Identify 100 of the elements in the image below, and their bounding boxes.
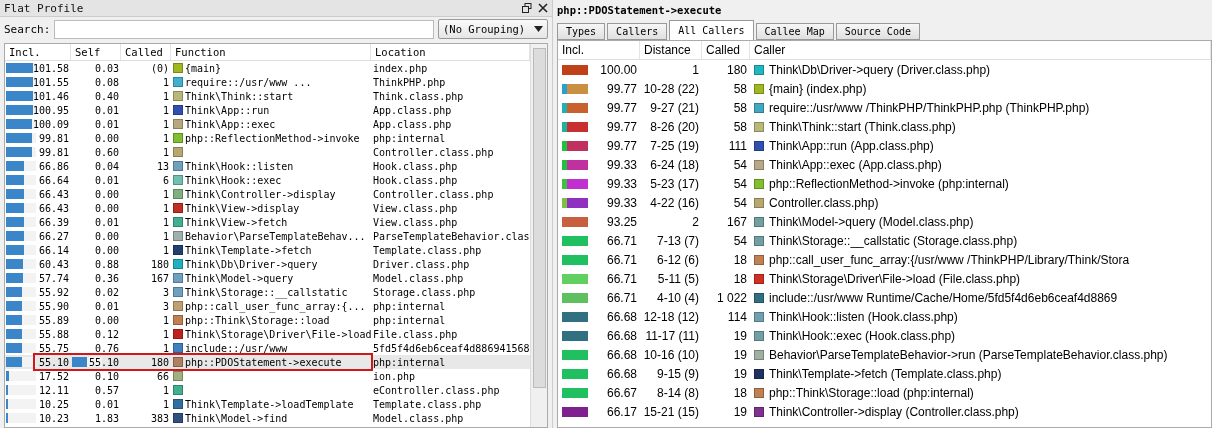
table-cell[interactable]: include::/usr/www Runtime/Cache/Home/5fd5f4d6eb6ceaf4d8869 (769, 290, 1118, 305)
profile-row[interactable]: 10.25 0.01 1 Think\Template->loadTemplate Template.class.php (5, 397, 530, 411)
table-cell[interactable]: php::Think\Storage::load (php:internal) (769, 385, 974, 400)
table-cell[interactable]: Think\Storage::__callstatic (Storage.class.php) (769, 233, 1018, 248)
column-header[interactable]: Caller (750, 41, 1211, 59)
table-cell: 1 (162, 132, 169, 144)
table-cell: View.class.php (373, 201, 458, 215)
table-cell: Think\Db\Driver->query (185, 257, 318, 271)
profile-row[interactable]: 66.86 0.04 13 Think\Hook::listen Hook.class.php (5, 159, 530, 173)
table-cell: 99.77 (606, 100, 637, 115)
profile-row[interactable]: 66.39 0.01 1 Think\View->fetch View.class.php (5, 215, 530, 229)
profile-row[interactable]: 55.88 0.12 1 Think\Storage\Driver\File->load File.class.php (5, 327, 530, 341)
profile-row[interactable]: 55.75 0.76 1 include::/usr/www 5fd5f4d6eb6ceaf4d886941568 (5, 341, 530, 355)
tab[interactable]: Callee Map (755, 23, 834, 40)
profile-row[interactable]: 17.52 0.10 66 ion.php (5, 369, 530, 383)
column-header[interactable]: Distance (640, 41, 702, 59)
table-cell: 0.00 (94, 188, 119, 200)
table-cell[interactable]: Behavior\ParseTemplateBehavior->run (ParseTemplateBehavior.class.php) (769, 347, 1168, 362)
profile-row[interactable]: 101.58 0.03 (0) {main} index.php (5, 61, 530, 75)
column-header[interactable]: Incl. (5, 44, 71, 60)
table-cell: 0.01 (94, 216, 119, 228)
column-header[interactable]: Function (171, 44, 371, 60)
column-header[interactable]: Called (702, 41, 750, 59)
table-cell: Hook.class.php (373, 159, 458, 173)
table-cell: 13 (156, 160, 169, 172)
table-cell: 54 (733, 176, 747, 191)
profile-row[interactable]: 57.74 0.36 167 Think\Model->query Model.class.php (5, 271, 530, 285)
profile-row[interactable]: 55.10 55.10 180 php::PDOStatement->execute php:internal (5, 355, 530, 369)
table-cell[interactable]: Think\App::run (App.class.php) (769, 138, 934, 153)
table-cell: 0.76 (94, 342, 119, 354)
table-cell: 93.25 (606, 214, 637, 229)
table-cell: 55.89 (38, 314, 69, 326)
tab[interactable]: Types (557, 23, 606, 40)
table-cell: 0.01 (94, 398, 119, 410)
table-cell: 66.71 (606, 290, 637, 305)
table-cell[interactable]: Think\Think::start (Think.class.php) (769, 119, 956, 134)
profile-row[interactable]: 100.09 0.01 1 Think\App::exec App.class.php (5, 117, 530, 131)
tab[interactable]: All Callers (669, 20, 754, 40)
profile-row[interactable]: 99.81 0.00 1 php::ReflectionMethod->invoke php:internal (5, 131, 530, 145)
scrollbar[interactable] (530, 44, 547, 427)
profile-row[interactable]: 60.43 0.88 180 Think\Db\Driver->query Driver.class.php (5, 257, 530, 271)
grouping-dropdown[interactable]: (No Grouping) (438, 19, 548, 39)
table-cell[interactable]: Think\App::exec (App.class.php) (769, 157, 942, 172)
table-cell: 8-14 (8) (656, 385, 699, 400)
table-cell[interactable]: Think\Model->query (Model.class.php) (769, 214, 974, 229)
table-cell: 55.75 (38, 342, 69, 354)
table-cell[interactable]: Think\Hook::listen (Hook.class.php) (769, 309, 958, 324)
table-cell: 66.68 (606, 366, 637, 381)
table-cell[interactable]: php::ReflectionMethod->invoke (php:internal) (769, 176, 1009, 191)
table-cell: Template.class.php (373, 243, 482, 257)
profile-row[interactable]: 100.95 0.01 1 Think\App::run App.class.php (5, 103, 530, 117)
table-cell: 0.01 (94, 300, 119, 312)
table-cell: 167 (150, 272, 169, 284)
table-cell: Controller.class.php (373, 187, 494, 201)
profile-row[interactable]: 55.89 0.00 1 php::Think\Storage::load php:internal (5, 313, 530, 327)
table-cell: 1 (162, 146, 169, 158)
restore-icon[interactable] (522, 3, 532, 13)
table-cell[interactable]: Think\Db\Driver->query (Driver.class.php) (769, 62, 991, 77)
table-cell: php:internal (373, 299, 446, 313)
table-cell: 101.55 (32, 76, 69, 88)
close-icon[interactable] (538, 3, 548, 13)
table-cell[interactable]: Think\Storage\Driver\File->load (File.class.php) (769, 271, 1021, 286)
table-cell: Think\Model->query (185, 271, 294, 285)
profile-row[interactable]: 101.55 0.08 1 require::/usr/www ... ThinkPHP.php (5, 75, 530, 89)
profile-row[interactable]: 66.14 0.00 1 Think\Template->fetch Template.class.php (5, 243, 530, 257)
column-header[interactable]: Called (121, 44, 171, 60)
table-cell: 0.88 (94, 258, 119, 270)
table-cell: Think\Hook::listen (185, 159, 294, 173)
table-cell: 1 (162, 328, 169, 340)
table-cell: 1 (162, 202, 169, 214)
profile-row[interactable]: 12.11 0.57 1 eController.class.php (5, 383, 530, 397)
table-cell[interactable]: Think\Controller->display (Controller.class.php) (769, 404, 1019, 419)
profile-row[interactable]: 99.81 0.60 1 Controller.class.php (5, 145, 530, 159)
profile-row[interactable]: 66.64 0.01 6 Think\Hook::exec Hook.class.php (5, 173, 530, 187)
table-cell: 55.10 (88, 356, 119, 368)
profile-row[interactable]: 66.43 0.00 1 Think\View->display View.class.php (5, 201, 530, 215)
profile-row[interactable]: 10.23 1.83 383 Think\Model->find Model.class.php (5, 411, 530, 425)
column-header[interactable]: Self (71, 44, 121, 60)
table-cell[interactable]: {main} (index.php) (769, 81, 867, 96)
column-header[interactable]: Incl. (558, 41, 640, 59)
profile-row[interactable]: 66.27 0.00 1 Behavior\ParseTemplateBehav... ParseTemplateBehavior.clas (5, 229, 530, 243)
profile-row[interactable]: 66.43 0.00 1 Think\Controller->display Controller.class.php (5, 187, 530, 201)
table-cell: php:internal (373, 313, 446, 327)
table-cell: 1.83 (94, 412, 119, 424)
table-cell: 101.58 (32, 62, 69, 74)
tab[interactable]: Callers (607, 23, 668, 40)
search-field[interactable] (54, 19, 434, 39)
profile-row[interactable]: 101.46 0.40 1 Think\Think::start Think.class.php (5, 89, 530, 103)
table-cell[interactable]: php::call_user_func_array:{/usr/www /ThinkPHP/Library/Think/Stora (769, 252, 1130, 267)
table-cell: {main} (185, 61, 222, 75)
tab[interactable]: Source Code (835, 23, 920, 40)
table-cell: 10-28 (22) (643, 81, 699, 96)
profile-row[interactable]: 55.90 0.01 3 php::call_user_func_array:{... php:internal (5, 299, 530, 313)
profile-row[interactable]: 55.92 0.02 3 Think\Storage::__callstatic Storage.class.php (5, 285, 530, 299)
table-cell: 58 (733, 81, 747, 96)
table-cell[interactable]: require::/usr/www /ThinkPHP/ThinkPHP.php (ThinkPHP.php) (769, 100, 1090, 115)
table-cell[interactable]: Think\Hook::exec (Hook.class.php) (769, 328, 956, 343)
table-cell: 1 (162, 342, 169, 354)
table-cell[interactable]: Think\Template->fetch (Template.class.php) (769, 366, 1002, 381)
table-cell[interactable]: Controller.class.php) (769, 195, 879, 210)
